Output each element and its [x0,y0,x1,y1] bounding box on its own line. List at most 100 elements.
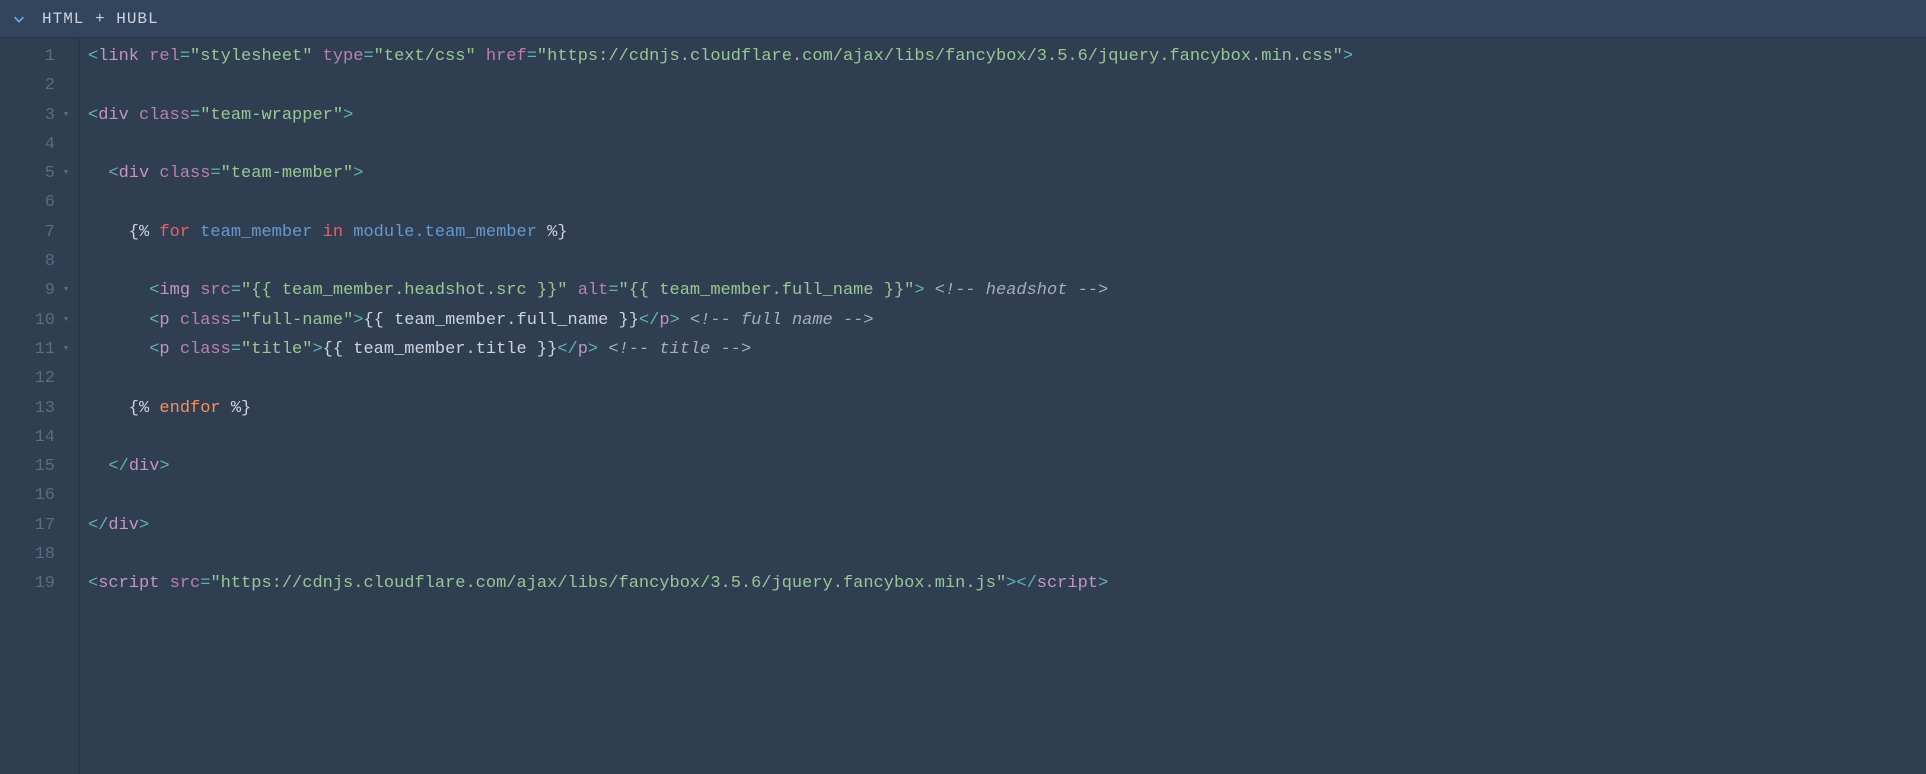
token-punct: > [159,452,169,481]
token-str: "https://cdnjs.cloudflare.com/ajax/libs/… [537,42,1343,71]
token-punct: = [190,101,200,130]
token-tag: div [108,511,139,540]
token-punct: > [353,159,363,188]
line-number: 7 [27,218,55,247]
chevron-down-icon[interactable] [12,12,26,26]
token-plain [88,159,108,188]
line-number: 16 [27,481,55,510]
code-line[interactable] [88,364,1926,393]
token-punct: > [312,335,322,364]
code-content[interactable]: <link rel="stylesheet" type="text/css" h… [80,38,1926,774]
token-tag: p [159,335,169,364]
token-plain: %} [537,218,568,247]
token-punct: = [231,276,241,305]
token-comment: <!-- headshot --> [935,276,1108,305]
token-punct: = [527,42,537,71]
line-number: 13 [27,394,55,423]
token-punct: = [180,42,190,71]
line-number: 17 [27,511,55,540]
token-kw: in [323,218,343,247]
code-line[interactable]: <div class="team-wrapper"> [88,101,1926,130]
token-punct: </ [1016,569,1036,598]
code-line[interactable]: {% endfor %} [88,394,1926,423]
token-kw2: endfor [159,394,220,423]
token-punct: </ [639,306,659,335]
token-punct: < [108,159,118,188]
token-tag: p [578,335,588,364]
token-str: "stylesheet" [190,42,312,71]
editor-header[interactable]: HTML + HUBL [0,0,1926,38]
token-str: "team-member" [221,159,354,188]
line-number: 6 [27,188,55,217]
token-plain [598,335,608,364]
token-tag: p [159,306,169,335]
token-punct: > [1006,569,1016,598]
code-line[interactable]: <p class="title">{{ team_member.title }}… [88,335,1926,364]
token-plain [170,306,180,335]
code-editor[interactable]: 123▾45▾6789▾10▾11▾1213141516171819 <link… [0,38,1926,774]
token-tag: p [659,306,669,335]
gutter-line: 10▾ [0,306,79,335]
token-plain [190,276,200,305]
line-number: 4 [27,130,55,159]
token-var: team_member [200,218,312,247]
token-str: "{{ team_member.headshot.src }}" [241,276,567,305]
code-line[interactable] [88,130,1926,159]
fold-marker-icon[interactable]: ▾ [59,306,73,335]
line-number: 18 [27,540,55,569]
code-line[interactable]: <div class="team-member"> [88,159,1926,188]
gutter-line: 15 [0,452,79,481]
line-number: 3 [27,101,55,130]
token-punct: > [1098,569,1108,598]
gutter-line: 4 [0,130,79,159]
gutter-line: 12 [0,364,79,393]
token-punct: </ [88,511,108,540]
token-punct: </ [108,452,128,481]
gutter-line: 19 [0,569,79,598]
token-attr: type [323,42,364,71]
line-number: 14 [27,423,55,452]
token-tag: img [159,276,190,305]
token-attr: alt [578,276,609,305]
code-line[interactable]: <link rel="stylesheet" type="text/css" h… [88,42,1926,71]
token-plain [476,42,486,71]
token-attr: class [180,306,231,335]
token-plain [312,42,322,71]
line-number: 11 [27,335,55,364]
code-line[interactable] [88,540,1926,569]
code-line[interactable]: </div> [88,511,1926,540]
token-punct: < [88,42,98,71]
code-line[interactable] [88,423,1926,452]
token-punct: = [363,42,373,71]
token-plain [129,101,139,130]
fold-marker-icon[interactable]: ▾ [59,101,73,130]
token-tag: div [119,159,150,188]
token-punct: > [1343,42,1353,71]
token-var: module.team_member [353,218,537,247]
code-line[interactable] [88,71,1926,100]
token-punct: = [210,159,220,188]
gutter-line: 6 [0,188,79,217]
fold-marker-icon[interactable]: ▾ [59,335,73,364]
gutter-line: 16 [0,481,79,510]
fold-marker-icon[interactable]: ▾ [59,276,73,305]
token-punct: < [149,306,159,335]
line-gutter: 123▾45▾6789▾10▾11▾1213141516171819 [0,38,80,774]
token-punct: = [200,569,210,598]
code-line[interactable] [88,481,1926,510]
token-attr: src [170,569,201,598]
code-line[interactable]: </div> [88,452,1926,481]
code-line[interactable] [88,188,1926,217]
code-line[interactable]: <img src="{{ team_member.headshot.src }}… [88,276,1926,305]
fold-marker-icon[interactable]: ▾ [59,159,73,188]
token-comment: <!-- full name --> [690,306,874,335]
code-line[interactable]: <script src="https://cdnjs.cloudflare.co… [88,569,1926,598]
token-plain [149,159,159,188]
token-plain: {{ team_member.title }} [323,335,558,364]
code-line[interactable]: <p class="full-name">{{ team_member.full… [88,306,1926,335]
token-plain: {{ team_member.full_name }} [363,306,638,335]
code-line[interactable]: {% for team_member in module.team_member… [88,218,1926,247]
line-number: 9 [27,276,55,305]
code-line[interactable] [88,247,1926,276]
gutter-line: 8 [0,247,79,276]
